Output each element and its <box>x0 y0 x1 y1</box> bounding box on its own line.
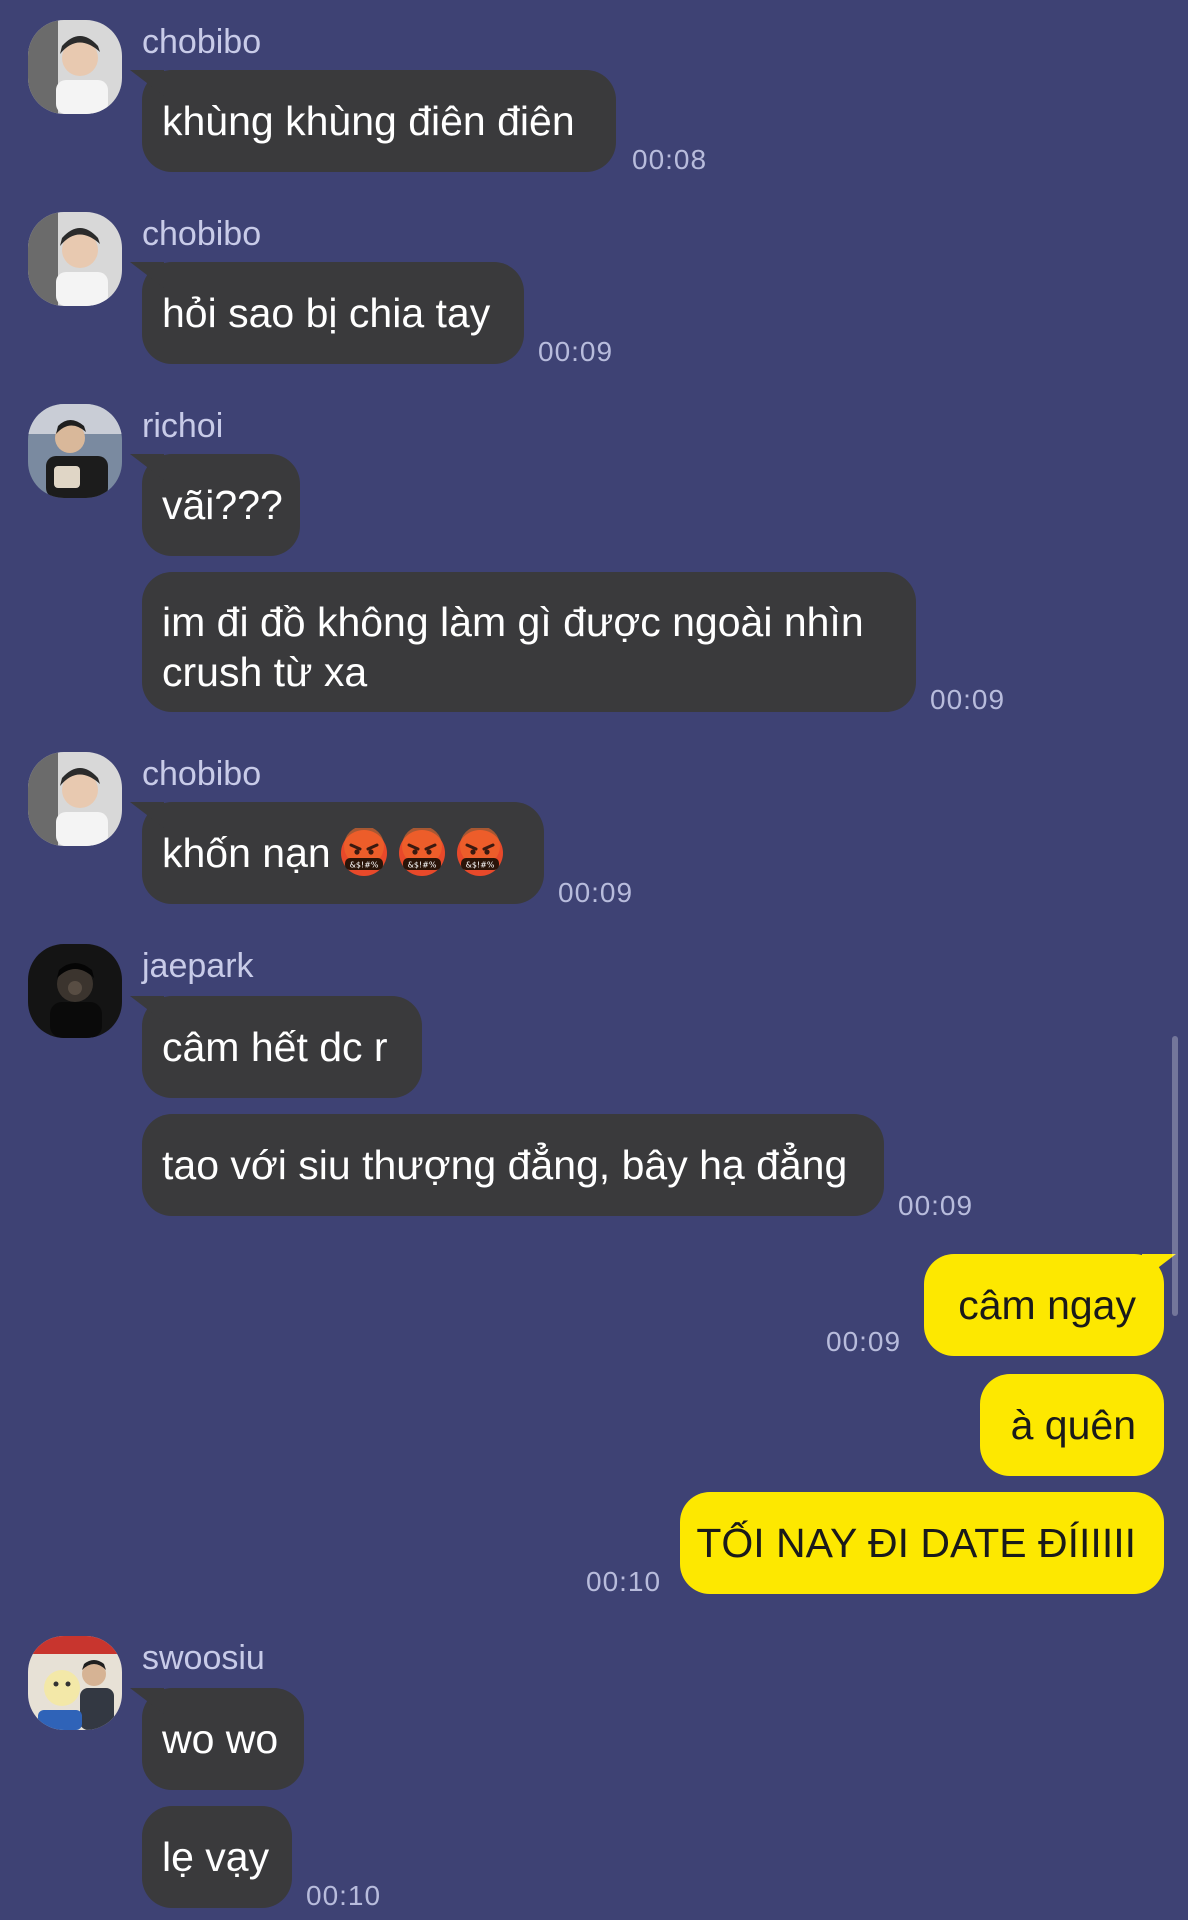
message-text: à quên <box>1010 1402 1136 1448</box>
sender-name: chobibo <box>142 23 262 61</box>
avatar-chobibo[interactable] <box>28 752 122 846</box>
message-time: 00:09 <box>930 684 1006 715</box>
scrollbar[interactable] <box>1172 1036 1178 1316</box>
message-text: TỐI NAY ĐI DATE ĐÍIIIII <box>696 1520 1136 1566</box>
message-bubble[interactable]: câm hết dc r <box>142 996 422 1098</box>
message-text: tao với siu thượng đẳng, bây hạ đẳng <box>162 1142 848 1188</box>
message-text: khốn nạn <box>162 830 331 876</box>
message-bubble[interactable]: hỏi sao bị chia tay <box>142 262 524 364</box>
message-bubble[interactable]: wo wo <box>142 1688 304 1790</box>
message-text: wo wo <box>162 1716 279 1762</box>
message-bubble[interactable]: khốn nạn &$!#% &$!#% &$!#% <box>142 802 544 904</box>
message-bubble[interactable]: khùng khùng điên điên <box>142 70 616 172</box>
message-time: 00:10 <box>306 1880 382 1911</box>
message-text: khùng khùng điên điên <box>162 98 575 144</box>
message-time: 00:09 <box>898 1190 974 1221</box>
message-text: câm hết dc r <box>162 1024 388 1070</box>
message-time: 00:09 <box>558 877 634 908</box>
message-time: 00:08 <box>632 144 708 175</box>
chat-thread: chobibo khùng khùng điên điên 00:08 chob… <box>0 0 1188 1920</box>
message-bubble-outgoing[interactable]: câm ngay <box>924 1254 1164 1356</box>
face-with-symbols-on-mouth-icon: &$!#% <box>397 828 447 878</box>
sender-name: jaepark <box>142 947 254 985</box>
message-bubble[interactable]: lẹ vạy <box>142 1806 292 1908</box>
message-bubble[interactable]: tao với siu thượng đẳng, bây hạ đẳng <box>142 1114 884 1216</box>
face-with-symbols-on-mouth-icon: &$!#% <box>339 828 389 878</box>
avatar-chobibo[interactable] <box>28 20 122 114</box>
message-bubble[interactable]: vãi??? <box>142 454 300 556</box>
message-text: im đi đồ không làm gì được ngoài nhìn cr… <box>162 599 864 695</box>
message-time: 00:09 <box>538 336 614 367</box>
avatar-chobibo[interactable] <box>28 212 122 306</box>
message-text: câm ngay <box>958 1282 1136 1328</box>
message-bubble[interactable]: im đi đồ không làm gì được ngoài nhìn cr… <box>142 572 916 712</box>
message-text: vãi??? <box>162 482 283 528</box>
message-bubble-outgoing[interactable]: à quên <box>980 1374 1164 1476</box>
sender-name: chobibo <box>142 215 262 253</box>
message-text: hỏi sao bị chia tay <box>162 290 491 336</box>
sender-name: chobibo <box>142 755 262 793</box>
face-with-symbols-on-mouth-icon: &$!#% <box>455 828 505 878</box>
svg-text:&$!#%: &$!#% <box>349 861 378 870</box>
message-time: 00:09 <box>826 1326 902 1357</box>
avatar-richoi[interactable] <box>28 404 122 498</box>
message-text: lẹ vạy <box>162 1834 270 1880</box>
message-bubble-outgoing[interactable]: TỐI NAY ĐI DATE ĐÍIIIII <box>680 1492 1164 1594</box>
avatar-swoosiu[interactable] <box>28 1636 122 1730</box>
svg-text:&$!#%: &$!#% <box>465 861 494 870</box>
avatar-jaepark[interactable] <box>28 944 122 1038</box>
message-time: 00:10 <box>586 1566 662 1597</box>
sender-name: swoosiu <box>142 1639 265 1677</box>
svg-text:&$!#%: &$!#% <box>407 861 436 870</box>
sender-name: richoi <box>142 407 224 445</box>
